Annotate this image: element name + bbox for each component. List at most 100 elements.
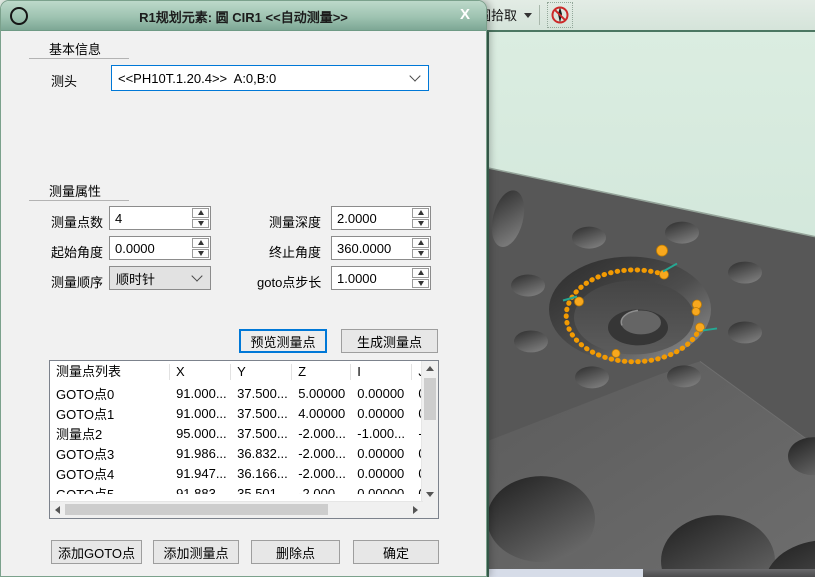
spinner-up-icon[interactable]	[192, 208, 209, 218]
spinner-up-icon[interactable]	[412, 268, 429, 278]
section-divider	[29, 58, 129, 59]
table-header: 测量点列表 X Y Z I J	[50, 361, 438, 383]
goto-step-label: goto点步长	[257, 272, 321, 291]
row-name: GOTO点5	[50, 484, 170, 495]
spinner-up-icon[interactable]	[192, 238, 209, 248]
table-row[interactable]: GOTO点3 91.986... 36.832... -2.000... 0.0…	[50, 443, 438, 463]
scroll-right-icon[interactable]	[408, 502, 423, 518]
horizontal-scroll-thumb[interactable]	[65, 504, 328, 515]
section-basic-info: 基本信息	[49, 39, 101, 58]
chevron-down-icon	[191, 270, 202, 281]
spinner-buttons	[191, 237, 210, 259]
order-value: 顺时针	[116, 269, 155, 288]
spinner-buttons	[411, 207, 430, 229]
section-measure-props: 测量属性	[49, 181, 101, 200]
row-x: 95.000...	[170, 426, 231, 441]
row-name: GOTO点3	[50, 444, 170, 463]
row-i: -1.000...	[351, 426, 412, 441]
scroll-down-icon[interactable]	[422, 487, 438, 502]
row-x: 91.986...	[170, 446, 231, 461]
row-z: 5.00000	[292, 386, 351, 401]
dialog-titlebar[interactable]: R1规划元素: 圆 CIR1 <<自动测量>> X	[1, 1, 486, 31]
row-i: 0.00000	[351, 406, 412, 421]
row-y: 37.500...	[231, 386, 292, 401]
end-angle-spinner[interactable]: 360.0000	[331, 236, 431, 260]
preview-points-button[interactable]: 预览测量点	[239, 329, 327, 353]
bottom-scrollbar-thumb[interactable]	[643, 569, 815, 577]
end-angle-value: 360.0000	[332, 237, 411, 259]
vertical-scroll-thumb[interactable]	[424, 378, 436, 420]
add-goto-point-button[interactable]: 添加GOTO点	[51, 540, 142, 564]
col-header-x[interactable]: X	[170, 364, 231, 380]
ok-button[interactable]: 确定	[353, 540, 439, 564]
bottom-scrollbar-track[interactable]	[489, 569, 643, 577]
row-i: 0.00000	[351, 386, 412, 401]
spinner-up-icon[interactable]	[412, 208, 429, 218]
table-row[interactable]: GOTO点5 91.883... 35.501... -2.000... 0.0…	[50, 483, 438, 494]
start-angle-label: 起始角度	[51, 242, 103, 261]
spinner-down-icon[interactable]	[192, 219, 209, 229]
row-i: 0.00000	[351, 486, 412, 495]
counterbore	[549, 257, 711, 363]
generate-points-button[interactable]: 生成测量点	[341, 329, 438, 353]
table-row[interactable]: 测量点2 95.000... 37.500... -2.000... -1.00…	[50, 423, 438, 443]
dialog-title: R1规划元素: 圆 CIR1 <<自动测量>>	[1, 7, 486, 26]
row-name: GOTO点1	[50, 404, 170, 423]
table-row[interactable]: GOTO点1 91.000... 37.500... 4.00000 0.000…	[50, 403, 438, 423]
add-measure-point-button[interactable]: 添加测量点	[153, 540, 239, 564]
close-icon[interactable]: X	[460, 6, 470, 23]
probe-label: 测头	[51, 71, 77, 90]
measure-points-table[interactable]: 测量点列表 X Y Z I J GOTO点0 91.000... 37.500.…	[49, 360, 439, 519]
end-angle-label: 终止角度	[269, 242, 321, 261]
row-y: 37.500...	[231, 426, 292, 441]
table-row[interactable]: GOTO点0 91.000... 37.500... 5.00000 0.000…	[50, 383, 438, 403]
delete-point-button[interactable]: 删除点	[251, 540, 340, 564]
table-horizontal-scrollbar[interactable]	[50, 501, 423, 518]
viewport-left-border	[487, 32, 489, 577]
spinner-buttons	[411, 267, 430, 289]
row-y: 35.501...	[231, 486, 292, 495]
col-header-y[interactable]: Y	[231, 364, 292, 380]
scroll-left-icon[interactable]	[50, 502, 65, 518]
plan-element-dialog: R1规划元素: 圆 CIR1 <<自动测量>> X 基本信息 测头 <<PH10…	[0, 0, 487, 577]
probe-select[interactable]: <<PH10T.1.20.4>> A:0,B:0	[111, 65, 429, 91]
scrollbar-corner	[422, 502, 438, 518]
col-header-z[interactable]: Z	[292, 364, 351, 380]
section-divider-2	[29, 200, 129, 201]
spinner-down-icon[interactable]	[412, 219, 429, 229]
spinner-buttons	[411, 237, 430, 259]
spinner-down-icon[interactable]	[192, 249, 209, 259]
row-i: 0.00000	[351, 446, 412, 461]
row-name: 测量点2	[50, 424, 170, 443]
table-row[interactable]: GOTO点4 91.947... 36.166... -2.000... 0.0…	[50, 463, 438, 483]
row-i: 0.00000	[351, 466, 412, 481]
row-x: 91.883...	[170, 486, 231, 495]
goto-step-spinner[interactable]: 1.0000	[331, 266, 431, 290]
row-y: 36.166...	[231, 466, 292, 481]
col-header-name[interactable]: 测量点列表	[50, 364, 170, 380]
spinner-down-icon[interactable]	[412, 249, 429, 259]
point-count-spinner[interactable]: 4	[109, 206, 211, 230]
no-probe-button[interactable]	[547, 2, 573, 28]
scroll-up-icon[interactable]	[422, 361, 438, 376]
spinner-buttons	[191, 207, 210, 229]
dropdown-arrow-icon[interactable]	[524, 13, 532, 18]
order-label: 测量顺序	[51, 272, 103, 291]
row-name: GOTO点0	[50, 384, 170, 403]
spinner-down-icon[interactable]	[412, 279, 429, 289]
depth-spinner[interactable]: 2.0000	[331, 206, 431, 230]
row-z: -2.000...	[292, 486, 351, 495]
row-x: 91.000...	[170, 406, 231, 421]
start-angle-spinner[interactable]: 0.0000	[109, 236, 211, 260]
spinner-up-icon[interactable]	[412, 238, 429, 248]
row-z: -2.000...	[292, 446, 351, 461]
table-vertical-scrollbar[interactable]	[421, 361, 438, 502]
cad-scene[interactable]	[487, 32, 815, 569]
col-header-i[interactable]: I	[351, 364, 412, 380]
chevron-down-icon	[409, 70, 420, 81]
row-x: 91.947...	[170, 466, 231, 481]
depth-label: 测量深度	[269, 212, 321, 231]
row-y: 36.832...	[231, 446, 292, 461]
order-select[interactable]: 顺时针	[109, 266, 211, 290]
row-z: -2.000...	[292, 426, 351, 441]
